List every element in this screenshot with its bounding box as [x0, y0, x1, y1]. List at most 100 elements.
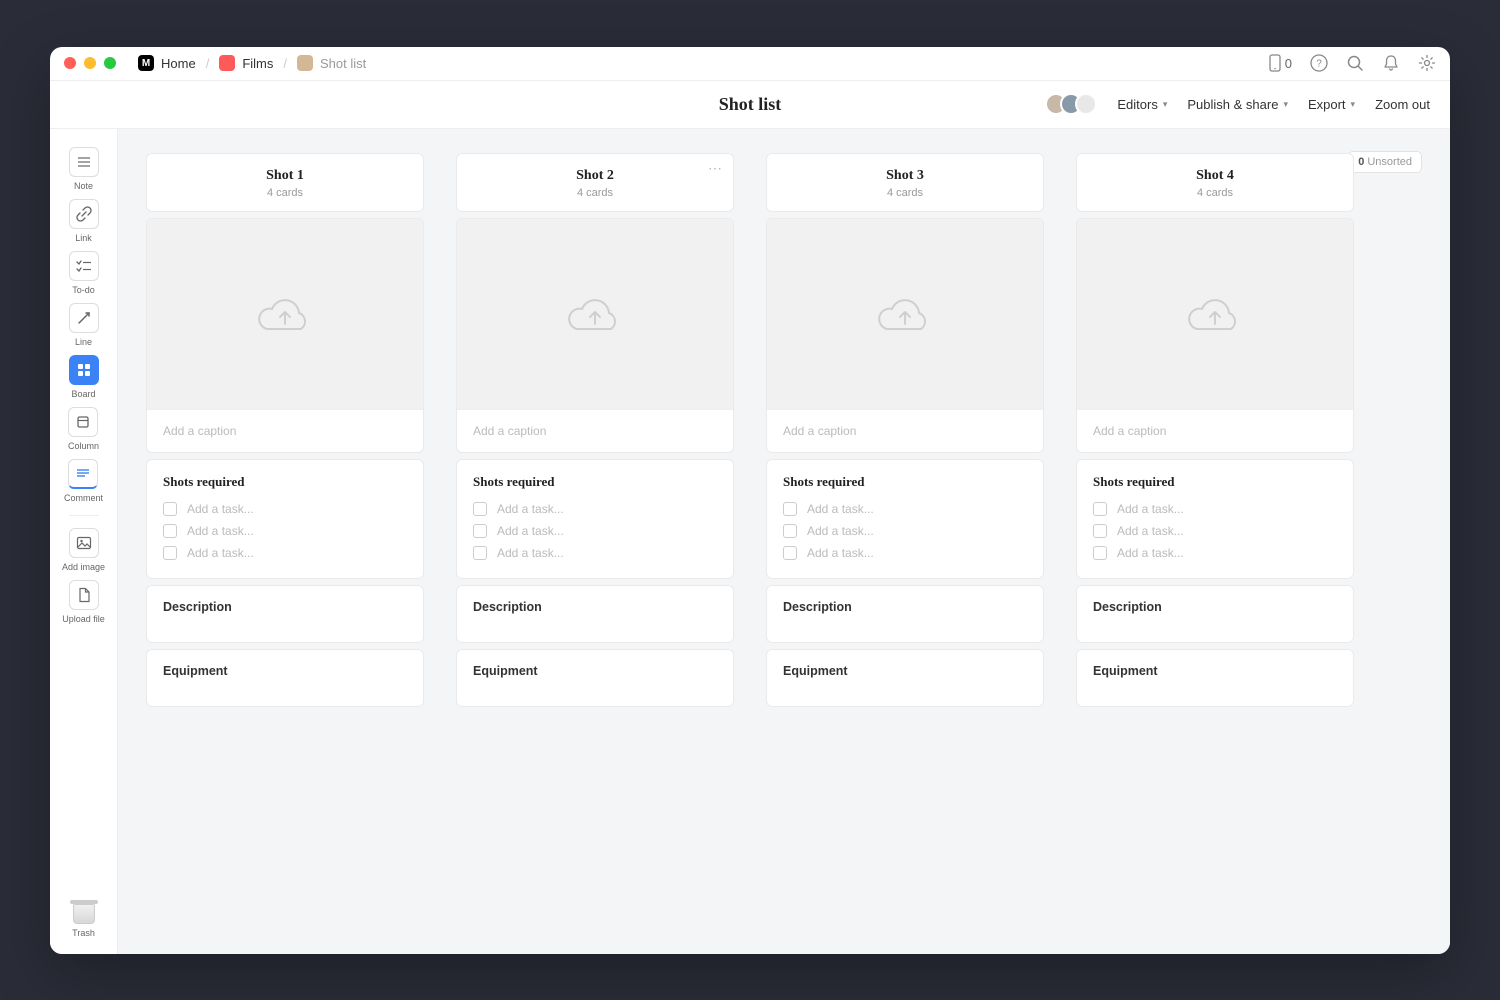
- task-row[interactable]: Add a task...: [783, 542, 1027, 564]
- column-menu-icon[interactable]: ⋯: [708, 160, 723, 177]
- crumb-separator: /: [283, 56, 287, 71]
- task-row[interactable]: Add a task...: [783, 498, 1027, 520]
- image-card[interactable]: Add a caption: [456, 218, 734, 453]
- equipment-card[interactable]: Equipment: [1076, 649, 1354, 707]
- tool-trash-label: Trash: [72, 928, 95, 938]
- unsorted-badge[interactable]: 0Unsorted: [1348, 151, 1422, 173]
- caption-input[interactable]: Add a caption: [457, 409, 733, 452]
- note-icon: [69, 147, 99, 177]
- board: Shot 14 cards Add a caption Shots required…: [146, 153, 1422, 707]
- canvas[interactable]: 0Unsorted Shot 14 cardsAdd a captionShot…: [118, 129, 1450, 954]
- caption-input[interactable]: Add a caption: [767, 409, 1043, 452]
- checkbox-icon[interactable]: [163, 502, 177, 516]
- export-dropdown[interactable]: Export ▾: [1308, 97, 1355, 112]
- checkbox-icon[interactable]: [163, 524, 177, 538]
- column-header[interactable]: ⋯Shot 24 cards: [456, 153, 734, 212]
- checkbox-icon[interactable]: [783, 546, 797, 560]
- task-row[interactable]: Add a task...: [1093, 542, 1337, 564]
- task-placeholder: Add a task...: [1117, 524, 1184, 538]
- task-row[interactable]: Add a task...: [473, 498, 717, 520]
- body: Note Link To-do Line: [50, 129, 1450, 954]
- description-card[interactable]: Description: [766, 585, 1044, 643]
- titlebar: M Home / Films / Shot list 0 ?: [50, 47, 1450, 81]
- shots-required-card[interactable]: Shots requiredAdd a task...Add a task...…: [456, 459, 734, 579]
- tool-board[interactable]: Board: [69, 353, 99, 401]
- checkbox-icon[interactable]: [1093, 502, 1107, 516]
- column-header[interactable]: Shot 14 cards: [146, 153, 424, 212]
- maximize-window-icon[interactable]: [104, 57, 116, 69]
- task-row[interactable]: Add a task...: [163, 542, 407, 564]
- publish-share-dropdown[interactable]: Publish & share ▾: [1187, 97, 1288, 112]
- equipment-card[interactable]: Equipment: [456, 649, 734, 707]
- description-card[interactable]: Description: [456, 585, 734, 643]
- crumb-current[interactable]: Shot list: [297, 55, 366, 71]
- upload-dropzone[interactable]: [1077, 219, 1353, 409]
- task-row[interactable]: Add a task...: [1093, 498, 1337, 520]
- crumb-films[interactable]: Films: [219, 55, 273, 71]
- checkbox-icon[interactable]: [783, 502, 797, 516]
- task-row[interactable]: Add a task...: [1093, 520, 1337, 542]
- unsorted-count: 0: [1358, 156, 1364, 168]
- equipment-card[interactable]: Equipment: [766, 649, 1044, 707]
- caption-input[interactable]: Add a caption: [147, 409, 423, 452]
- zoom-out-button[interactable]: Zoom out: [1375, 97, 1430, 112]
- checkbox-icon[interactable]: [473, 524, 487, 538]
- tool-board-label: Board: [71, 389, 95, 399]
- minimize-window-icon[interactable]: [84, 57, 96, 69]
- search-icon[interactable]: [1346, 54, 1364, 72]
- description-card[interactable]: Description: [1076, 585, 1354, 643]
- board-column: Shot 44 cardsAdd a captionShots required…: [1076, 153, 1354, 707]
- close-window-icon[interactable]: [64, 57, 76, 69]
- shots-required-card[interactable]: Shots requiredAdd a task...Add a task...…: [146, 459, 424, 579]
- checkbox-icon[interactable]: [473, 502, 487, 516]
- tool-column[interactable]: Column: [68, 405, 99, 453]
- task-row[interactable]: Add a task...: [163, 498, 407, 520]
- checkbox-icon[interactable]: [473, 546, 487, 560]
- column-header[interactable]: Shot 44 cards: [1076, 153, 1354, 212]
- column-header[interactable]: Shot 34 cards: [766, 153, 1044, 212]
- tool-todo-label: To-do: [72, 285, 95, 295]
- tool-link[interactable]: Link: [69, 197, 99, 245]
- caption-input[interactable]: Add a caption: [1077, 409, 1353, 452]
- tool-note[interactable]: Note: [69, 145, 99, 193]
- editors-dropdown[interactable]: Editors ▾: [1117, 97, 1167, 112]
- description-card[interactable]: Description: [146, 585, 424, 643]
- upload-dropzone[interactable]: [147, 219, 423, 409]
- upload-dropzone[interactable]: [457, 219, 733, 409]
- checkbox-icon[interactable]: [1093, 546, 1107, 560]
- tool-comment[interactable]: Comment: [64, 457, 103, 505]
- task-row[interactable]: Add a task...: [163, 520, 407, 542]
- mobile-indicator[interactable]: 0: [1269, 54, 1292, 72]
- shots-required-card[interactable]: Shots requiredAdd a task...Add a task...…: [766, 459, 1044, 579]
- tool-add-image[interactable]: Add image: [62, 526, 105, 574]
- task-row[interactable]: Add a task...: [783, 520, 1027, 542]
- shots-required-card[interactable]: Shots requiredAdd a task...Add a task...…: [1076, 459, 1354, 579]
- card-heading: Shots required: [163, 474, 407, 490]
- collaborator-avatars[interactable]: [1045, 93, 1097, 115]
- task-row[interactable]: Add a task...: [473, 542, 717, 564]
- bell-icon[interactable]: [1382, 54, 1400, 72]
- checkbox-icon[interactable]: [783, 524, 797, 538]
- checkbox-icon[interactable]: [1093, 524, 1107, 538]
- help-icon[interactable]: ?: [1310, 54, 1328, 72]
- image-card[interactable]: Add a caption: [1076, 218, 1354, 453]
- upload-dropzone[interactable]: [767, 219, 1043, 409]
- svg-text:?: ?: [1316, 59, 1322, 70]
- equipment-card[interactable]: Equipment: [146, 649, 424, 707]
- column-card-count: 4 cards: [469, 187, 721, 199]
- card-heading: Equipment: [163, 664, 407, 678]
- checkbox-icon[interactable]: [163, 546, 177, 560]
- export-label: Export: [1308, 97, 1346, 112]
- crumb-current-label: Shot list: [320, 56, 366, 71]
- image-card[interactable]: Add a caption: [146, 218, 424, 453]
- task-row[interactable]: Add a task...: [473, 520, 717, 542]
- tool-todo[interactable]: To-do: [69, 249, 99, 297]
- card-heading: Description: [163, 600, 407, 614]
- tool-trash[interactable]: Trash: [70, 898, 98, 940]
- card-heading: Description: [473, 600, 717, 614]
- tool-line[interactable]: Line: [69, 301, 99, 349]
- gear-icon[interactable]: [1418, 54, 1436, 72]
- tool-upload-file[interactable]: Upload file: [62, 578, 105, 626]
- image-card[interactable]: Add a caption: [766, 218, 1044, 453]
- crumb-home[interactable]: M Home: [138, 55, 196, 71]
